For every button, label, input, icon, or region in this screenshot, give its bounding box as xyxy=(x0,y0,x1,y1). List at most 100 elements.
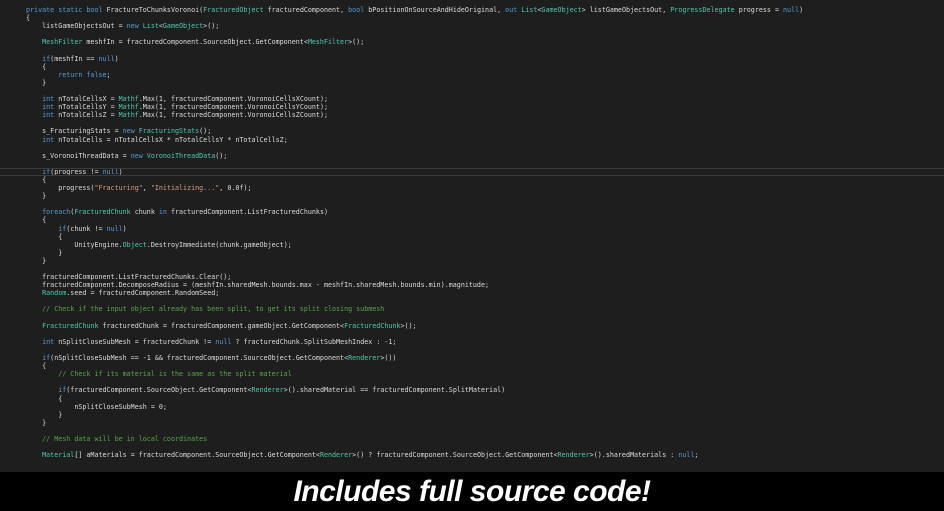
code-line: } xyxy=(26,411,944,419)
code-line: int nTotalCells = nTotalCellsX * nTotalC… xyxy=(26,136,944,144)
code-token: if xyxy=(42,354,51,363)
code-token: >().sharedMaterials : xyxy=(589,451,679,460)
code-line: { xyxy=(26,362,944,370)
code-line: fracturedComponent.ListFracturedChunks.C… xyxy=(26,273,944,281)
code-token: null xyxy=(98,54,115,63)
code-token: } xyxy=(26,248,63,257)
code-token: >().sharedMaterial == fracturedComponent… xyxy=(283,386,506,395)
code-token: (); xyxy=(215,151,228,160)
code-token: nTotalCells = nTotalCellsX * nTotalCells… xyxy=(54,135,288,144)
code-token: [] aMaterials = fracturedComponent.Sourc… xyxy=(74,451,320,460)
code-line: { xyxy=(26,395,944,403)
code-line: Random.seed = fracturedComponent.RandomS… xyxy=(26,289,944,297)
code-line: listGameObjectsOut = new List<GameObject… xyxy=(26,22,944,30)
code-line: int nTotalCellsY = Mathf.Max(1, fracture… xyxy=(26,103,944,111)
code-token: // Mesh data will be in local coordinate… xyxy=(42,434,208,443)
code-token: fracturedComponent.ListFracturedChunks) xyxy=(166,208,329,217)
code-token: FractureToChunksVoronoi( xyxy=(106,6,204,14)
code-token: bool xyxy=(348,6,365,14)
code-token: fracturedComponent.ListFracturedChunks.C… xyxy=(26,273,232,282)
code-line: Material[] aMaterials = fracturedCompone… xyxy=(26,451,944,459)
code-token: if xyxy=(42,167,51,176)
code-token: FracturedObject xyxy=(203,6,264,14)
code-token: ) xyxy=(114,54,119,63)
code-token: bPositionOnSourceAndHideOriginal, xyxy=(364,6,506,14)
code-token: new xyxy=(126,22,143,31)
code-line: FracturedChunk fracturedChunk = fracture… xyxy=(26,322,944,330)
code-token: nTotalCellsZ = xyxy=(54,111,119,120)
code-token: private static bool xyxy=(26,6,107,14)
code-token: ? fracturedChunk.SplitSubMeshIndex : -1; xyxy=(231,337,397,346)
code-line: if(progress != null) xyxy=(0,167,944,177)
code-token: { xyxy=(26,232,63,241)
code-token: } xyxy=(26,78,47,87)
code-token: null xyxy=(215,337,232,346)
code-token: int xyxy=(42,135,55,144)
code-token: Mathf xyxy=(118,103,139,112)
code-token: > listGameObjectsOut, xyxy=(581,6,671,14)
code-line: if(nSplitCloseSubMesh == -1 && fractured… xyxy=(26,354,944,362)
code-token: .DestroyImmediate(chunk.gameObject); xyxy=(146,240,292,249)
code-token: int xyxy=(42,95,55,104)
code-token: // Check if the input object already has… xyxy=(42,305,385,314)
code-token: GameObject xyxy=(541,6,582,14)
code-token: } xyxy=(26,192,47,201)
code-token: "Initializing..." xyxy=(150,184,220,193)
code-token: >(); xyxy=(400,321,417,330)
code-token: (progress != xyxy=(50,167,103,176)
code-line: progress("Fracturing", "Initializing..."… xyxy=(26,184,944,192)
code-token: >() ? fracturedComponent.SourceObject.Ge… xyxy=(352,451,558,460)
code-token: { xyxy=(26,394,63,403)
code-token: (fracturedComponent.SourceObject.GetComp… xyxy=(66,386,252,395)
code-token: listGameObjectsOut = xyxy=(26,22,127,31)
code-line: s_VoronoiThreadData = new VoronoiThreadD… xyxy=(26,152,944,160)
code-line: if(chunk != null) xyxy=(26,225,944,233)
code-token: fracturedChunk = fracturedComponent.game… xyxy=(98,321,345,330)
code-token: s_VoronoiThreadData = xyxy=(26,151,131,160)
code-line: UnityEngine.Object.DestroyImmediate(chun… xyxy=(26,241,944,249)
code-token: } xyxy=(26,418,47,427)
code-token: FracturingStats xyxy=(138,127,200,136)
code-line: private static bool FractureToChunksVoro… xyxy=(26,6,944,14)
code-token: nSplitCloseSubMesh = 0; xyxy=(26,402,167,411)
code-token: fracturedComponent, xyxy=(263,6,349,14)
code-token: nSplitCloseSubMesh = fracturedChunk != xyxy=(54,337,216,346)
code-line: { xyxy=(26,176,944,184)
code-token: { xyxy=(26,216,47,225)
code-token: fracturedComponent.DecomposeRadius = (me… xyxy=(26,281,490,290)
code-token: } xyxy=(26,410,63,419)
code-token: { xyxy=(26,362,47,371)
code-line: // Mesh data will be in local coordinate… xyxy=(26,435,944,443)
code-token: List xyxy=(142,22,159,31)
code-line: MeshFilter meshfIn = fracturedComponent.… xyxy=(26,38,944,46)
code-token: progress = xyxy=(734,6,784,14)
code-editor[interactable]: private static bool FractureToChunksVoro… xyxy=(0,0,944,472)
code-token: nTotalCellsX = xyxy=(54,95,119,104)
source-code[interactable]: private static bool FractureToChunksVoro… xyxy=(0,6,944,459)
code-token: Renderer xyxy=(557,451,590,460)
code-token: new xyxy=(122,127,139,136)
code-token: nTotalCellsY = xyxy=(54,103,119,112)
code-token: if xyxy=(42,54,51,63)
code-token: // Check if its material is the same as … xyxy=(58,370,292,379)
code-token: meshfIn = fracturedComponent.SourceObjec… xyxy=(82,38,308,47)
code-token: GameObject xyxy=(162,22,204,31)
code-token: return false xyxy=(58,70,107,79)
code-token: .Max(1, fracturedComponent.VoronoiCellsX… xyxy=(138,95,328,104)
code-line: } xyxy=(26,257,944,265)
code-token: Object xyxy=(122,240,147,249)
code-line: s_FracturingStats = new FracturingStats(… xyxy=(26,127,944,135)
